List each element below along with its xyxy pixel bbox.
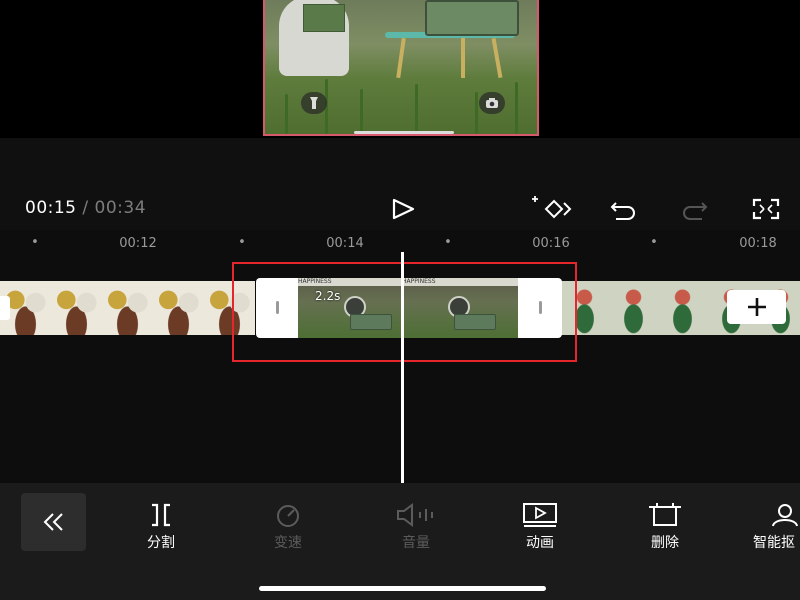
book-image <box>303 4 345 32</box>
keyframe-button[interactable] <box>528 195 572 223</box>
selection-highlight-box <box>232 262 577 362</box>
add-keyframe-icon <box>532 196 572 219</box>
volume-icon <box>397 503 433 527</box>
tick-dot: • <box>238 235 246 250</box>
table-leg <box>461 38 465 78</box>
time-display: 00:15 / 00:34 <box>25 198 146 218</box>
volume-label: 音量 <box>402 535 430 551</box>
home-indicator <box>259 586 546 591</box>
tick-label: 00:16 <box>532 236 570 251</box>
redo-icon <box>683 202 708 220</box>
redo-button[interactable] <box>677 195 713 223</box>
animation-tool-button[interactable]: 动画 <box>500 500 580 552</box>
current-time: 00:15 <box>25 198 77 218</box>
split-tool-button[interactable]: 分割 <box>121 500 201 552</box>
boombox-image <box>425 0 519 36</box>
speed-icon <box>277 505 299 527</box>
plus-icon <box>747 298 766 316</box>
split-icon <box>152 503 170 527</box>
tick-dot: • <box>31 235 39 250</box>
play-icon <box>392 198 415 220</box>
table-leg <box>491 37 503 79</box>
speed-tool-button[interactable]: 变速 <box>248 500 328 552</box>
food-clip-track[interactable] <box>0 281 255 335</box>
tick-label: 00:18 <box>739 236 777 251</box>
split-label: 分割 <box>147 535 175 551</box>
animation-icon <box>523 503 557 527</box>
collapse-toolbar-button[interactable] <box>21 493 86 551</box>
smart-cutout-label: 智能抠 <box>753 535 795 551</box>
fullscreen-button[interactable] <box>748 195 784 223</box>
camera-button[interactable] <box>479 92 505 114</box>
play-button[interactable] <box>388 195 418 223</box>
tick-label: 00:14 <box>326 236 364 251</box>
total-time: 00:34 <box>94 198 147 218</box>
fullscreen-icon <box>752 198 780 220</box>
delete-icon <box>649 503 681 526</box>
preview-home-indicator <box>354 131 454 134</box>
time-separator: / <box>82 198 89 218</box>
delete-tool-button[interactable]: 删除 <box>625 500 705 552</box>
speed-label: 变速 <box>274 535 302 551</box>
smart-cutout-icon <box>772 504 798 527</box>
tick-dot: • <box>444 235 452 250</box>
tick-label: 00:12 <box>119 236 157 251</box>
volume-tool-button[interactable]: 音量 <box>376 500 456 552</box>
delete-label: 删除 <box>651 535 679 551</box>
flashlight-icon <box>310 97 318 109</box>
add-clip-button[interactable] <box>727 290 786 324</box>
smart-cutout-tool-button[interactable]: 智能抠 <box>748 500 800 552</box>
undo-icon <box>610 202 635 220</box>
tick-dot: • <box>650 235 658 250</box>
double-chevron-left-icon <box>43 513 63 531</box>
video-preview-frame[interactable] <box>263 0 539 136</box>
undo-button[interactable] <box>605 195 641 223</box>
playhead[interactable] <box>401 252 404 484</box>
animation-label: 动画 <box>526 535 554 551</box>
camera-icon <box>486 98 498 108</box>
track-left-handle[interactable] <box>0 296 10 320</box>
table-leg <box>396 37 406 79</box>
flashlight-button[interactable] <box>301 92 327 114</box>
